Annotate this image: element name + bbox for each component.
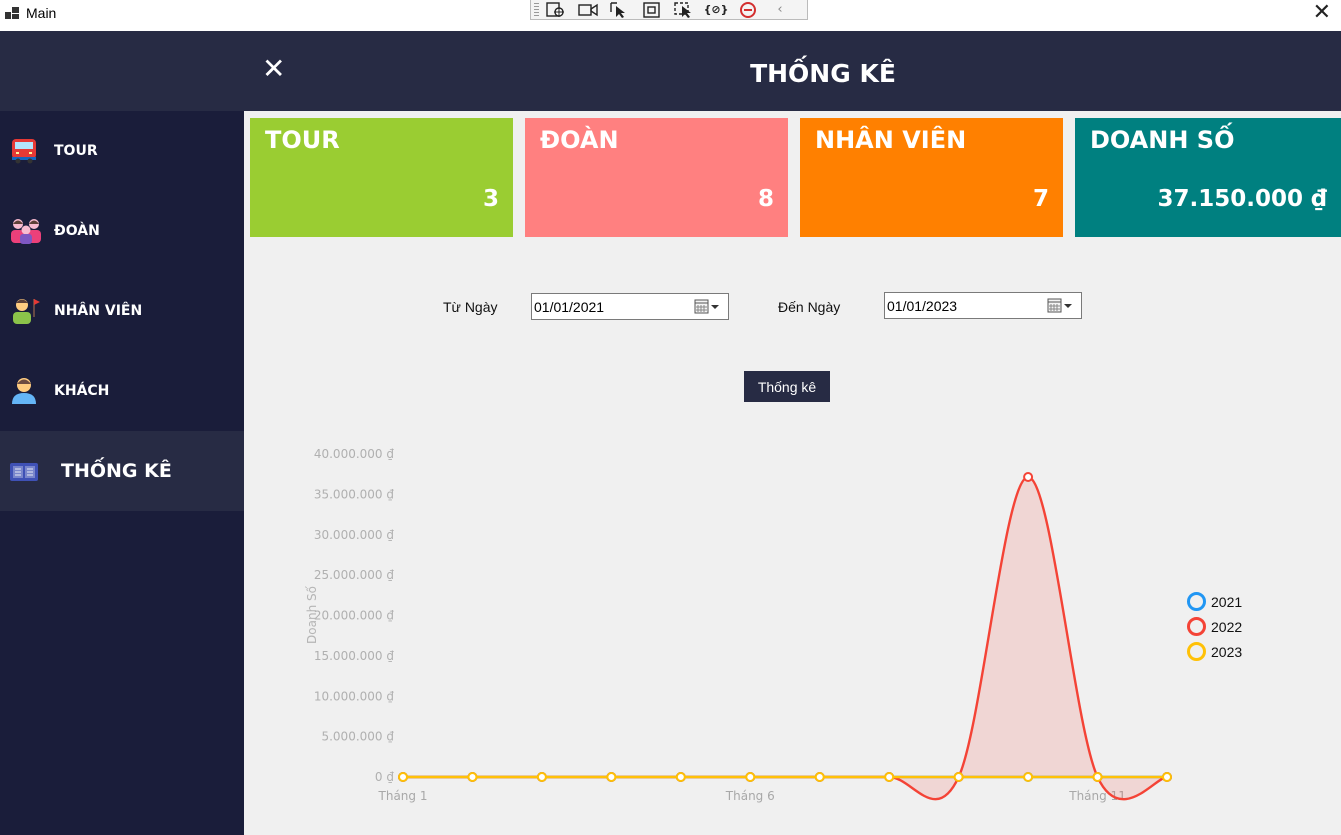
to-date-label: Đến Ngày: [778, 299, 841, 315]
legend-marker-2022: [1187, 617, 1206, 636]
sidebar-item-thong-ke[interactable]: THỐNG KÊ: [0, 431, 244, 511]
legend-label: 2021: [1211, 593, 1243, 610]
from-date-value: 01/01/2021: [534, 298, 605, 315]
y-axis-label: Doanh Số: [305, 585, 319, 644]
sidebar-item-nhan-vien[interactable]: NHÂN VIÊN: [0, 271, 244, 351]
data-point-2023[interactable]: [536, 772, 547, 782]
data-point-2023[interactable]: [398, 772, 408, 782]
customer-icon: [10, 375, 38, 405]
x-tick-label: Tháng 1: [378, 789, 428, 803]
window-titlebar: Main {⊘} ‹ ✕: [0, 0, 1341, 31]
window-title: Main: [26, 5, 57, 21]
data-point-2023[interactable]: [1092, 772, 1103, 782]
group-icon: [10, 215, 41, 245]
from-date-label: Từ Ngày: [443, 299, 498, 315]
data-point-2023[interactable]: [953, 772, 964, 782]
y-tick-label: 40.000.000 ₫: [314, 447, 395, 461]
legend-label: 2023: [1211, 643, 1243, 660]
y-tick-label: 35.000.000 ₫: [314, 487, 395, 501]
data-point-2023[interactable]: [606, 772, 617, 782]
data-point-2023[interactable]: [675, 772, 686, 782]
close-button[interactable]: ✕: [262, 54, 285, 84]
card-title: NHÂN VIÊN: [815, 126, 967, 154]
layout-adorner-icon[interactable]: [641, 1, 663, 18]
legend-label: 2022: [1211, 618, 1243, 635]
calendar-dropdown-icon[interactable]: [1047, 298, 1075, 314]
card-nhan-vien: NHÂN VIÊN 7: [800, 118, 1063, 237]
card-value: 8: [757, 186, 774, 212]
staff-icon: [10, 295, 40, 325]
card-tour: TOUR 3: [250, 118, 513, 237]
y-tick-label: 15.000.000 ₫: [314, 649, 395, 663]
data-point-2023[interactable]: [814, 772, 825, 782]
app-icon: [5, 7, 19, 21]
binding-failures-icon[interactable]: {⊘}: [704, 2, 729, 18]
chart-legend: 2021 2022 2023: [1187, 589, 1242, 664]
legend-marker-2021: [1187, 592, 1206, 611]
data-point-2023[interactable]: [884, 772, 895, 782]
to-date-picker[interactable]: 01/01/2023: [884, 292, 1082, 319]
series-area-2022: [403, 477, 1167, 800]
bus-icon: [10, 137, 38, 167]
x-tick-label: Tháng 6: [725, 789, 775, 803]
data-point-2023[interactable]: [1162, 772, 1172, 782]
y-tick-label: 25.000.000 ₫: [314, 568, 395, 582]
sidebar-item-tour[interactable]: TOUR: [0, 111, 244, 191]
window-close-button[interactable]: ✕: [1313, 2, 1331, 24]
y-tick-label: 0 ₫: [375, 770, 394, 784]
toolbar-grip[interactable]: [534, 3, 539, 17]
collapse-toolbar-icon[interactable]: ‹: [769, 2, 791, 18]
statistics-icon: [10, 461, 38, 491]
calendar-dropdown-icon[interactable]: [694, 299, 722, 315]
sidebar-item-label: ĐOÀN: [54, 223, 100, 239]
pointer-select-icon[interactable]: [609, 1, 631, 18]
sidebar-item-label: THỐNG KÊ: [61, 460, 172, 482]
card-doanh-so: DOANH SỐ 37.150.000 ₫: [1075, 118, 1341, 237]
track-focus-icon[interactable]: [673, 1, 695, 18]
data-point-2023[interactable]: [745, 772, 756, 782]
y-tick-label: 20.000.000 ₫: [314, 609, 395, 623]
data-point-2023[interactable]: [1023, 772, 1034, 782]
legend-item-2023[interactable]: 2023: [1187, 639, 1242, 664]
statistics-button[interactable]: Thống kê: [744, 371, 830, 402]
data-point-2022[interactable]: [1023, 472, 1034, 483]
select-element-icon[interactable]: [545, 1, 567, 18]
sidebar-item-label: TOUR: [54, 143, 98, 159]
legend-marker-2023: [1187, 642, 1206, 661]
revenue-chart: 0 ₫ 5.000.000 ₫ 10.000.000 ₫ 15.000.000 ₫ 20…: [305, 447, 1172, 803]
legend-item-2021[interactable]: 2021: [1187, 589, 1242, 614]
legend-item-2022[interactable]: 2022: [1187, 614, 1242, 639]
card-value: 37.150.000 ₫: [1157, 186, 1327, 212]
card-value: 7: [1032, 186, 1049, 212]
card-value: 3: [482, 186, 499, 212]
card-title: TOUR: [265, 126, 340, 154]
debug-toolbar: {⊘} ‹: [530, 0, 808, 20]
page-header: ✕ THỐNG KÊ: [0, 31, 1341, 111]
sidebar-item-doan[interactable]: ĐOÀN: [0, 191, 244, 271]
y-tick-label: 10.000.000 ₫: [314, 689, 395, 703]
card-title: ĐOÀN: [540, 126, 619, 154]
to-date-value: 01/01/2023: [887, 297, 958, 314]
sidebar-item-label: NHÂN VIÊN: [54, 303, 143, 319]
sidebar-item-label: KHÁCH: [54, 383, 110, 399]
stop-icon[interactable]: [737, 1, 759, 18]
data-point-2023[interactable]: [467, 772, 478, 782]
y-tick-label: 30.000.000 ₫: [314, 528, 395, 542]
sidebar: TOUR ĐOÀN NHÂN VIÊN KHÁCH THỐNG KÊ: [0, 111, 244, 835]
sidebar-item-khach[interactable]: KHÁCH: [0, 351, 244, 431]
record-icon[interactable]: [577, 2, 599, 18]
card-title: DOANH SỐ: [1090, 126, 1235, 154]
page-title: THỐNG KÊ: [750, 59, 896, 88]
y-tick-label: 5.000.000 ₫: [321, 730, 394, 744]
card-doan: ĐOÀN 8: [525, 118, 788, 237]
from-date-picker[interactable]: 01/01/2021: [531, 293, 729, 320]
